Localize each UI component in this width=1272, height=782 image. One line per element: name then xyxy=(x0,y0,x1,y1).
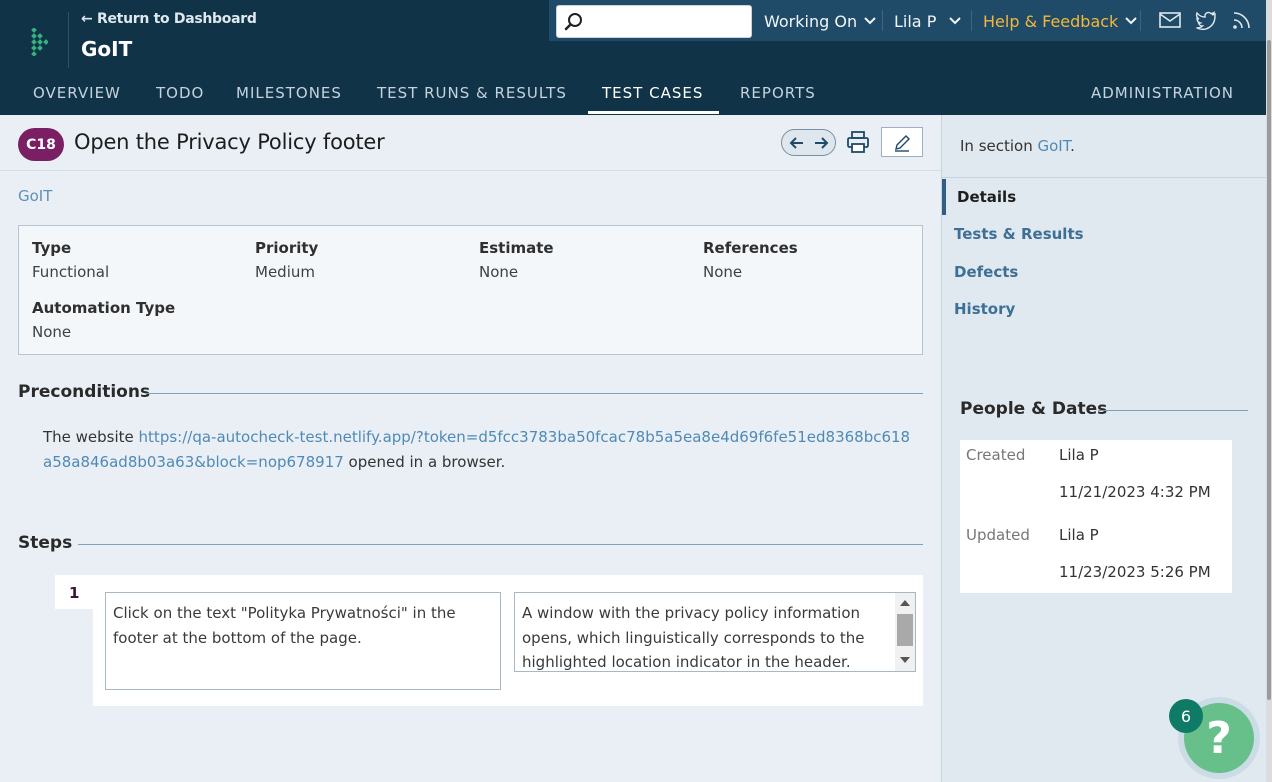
testrail-logo-icon[interactable] xyxy=(28,28,48,56)
scroll-thumb[interactable] xyxy=(897,614,913,646)
sidebar-section-info: In section GoIT. xyxy=(960,137,1075,155)
automation-type-label: Automation Type xyxy=(32,299,176,317)
created-by: Lila P xyxy=(1059,446,1099,464)
tab-overview[interactable]: OVERVIEW xyxy=(33,84,121,115)
step-content: Click on the text "Polityka Prywatności"… xyxy=(105,592,501,690)
type-label: Type xyxy=(32,239,72,257)
chevron-down-icon xyxy=(1125,17,1138,25)
sidebar-item-details[interactable]: Details xyxy=(957,188,1016,206)
toolbar-separator xyxy=(971,10,972,31)
tab-test-runs-results[interactable]: TEST RUNS & RESULTS xyxy=(377,84,567,115)
arrow-left-icon[interactable] xyxy=(789,135,805,151)
edit-button[interactable] xyxy=(881,127,923,157)
section-breadcrumb-link[interactable]: GoIT xyxy=(18,187,52,205)
step-expected-result: A window with the privacy policy informa… xyxy=(514,592,916,672)
people-dates-panel: Created Lila P 11/21/2023 4:32 PM Update… xyxy=(960,440,1232,593)
case-title-bar: C18 Open the Privacy Policy footer xyxy=(0,115,941,171)
section-suffix: . xyxy=(1070,137,1075,155)
automation-type-value: None xyxy=(32,323,72,341)
working-on-label: Working On xyxy=(764,11,858,31)
case-id-badge: C18 xyxy=(18,128,64,161)
twitter-icon[interactable] xyxy=(1195,9,1217,31)
search-icon xyxy=(564,13,582,31)
chevron-down-icon xyxy=(949,17,962,25)
working-on-dropdown[interactable]: Working On xyxy=(764,10,877,32)
preconditions-text: The website https://qa-autocheck-test.ne… xyxy=(43,425,913,474)
section-prefix: In section xyxy=(960,137,1038,155)
case-properties: Type Functional Priority Medium Estimate… xyxy=(18,225,923,355)
sidebar-item-tests-results[interactable]: Tests & Results xyxy=(954,225,1084,243)
active-item-indicator xyxy=(942,179,946,215)
toolbar-separator xyxy=(882,10,883,31)
page-title: Open the Privacy Policy footer xyxy=(74,130,385,154)
heading-divider xyxy=(146,393,923,394)
steps-heading: Steps xyxy=(18,533,73,553)
sidebar-item-history[interactable]: History xyxy=(954,300,1015,318)
project-name[interactable]: GoIT xyxy=(81,37,132,61)
toolbar-separator xyxy=(1140,10,1141,31)
question-mark-icon: ? xyxy=(1206,712,1232,764)
heading-divider xyxy=(1098,410,1248,411)
page-scroll-thumb[interactable] xyxy=(1267,40,1271,700)
sidebar-section-link[interactable]: GoIT xyxy=(1038,137,1071,155)
priority-value: Medium xyxy=(255,263,315,281)
estimate-label: Estimate xyxy=(479,239,554,257)
scroll-down-icon[interactable] xyxy=(900,657,910,663)
type-value: Functional xyxy=(32,263,110,281)
rss-icon[interactable] xyxy=(1231,9,1253,31)
updated-label: Updated xyxy=(966,526,1030,544)
pencil-icon xyxy=(895,135,910,152)
help-feedback-label: Help & Feedback xyxy=(983,11,1119,31)
user-dropdown[interactable]: Lila P xyxy=(894,10,962,32)
search-input[interactable] xyxy=(587,8,747,35)
updated-by: Lila P xyxy=(1059,526,1099,544)
chevron-down-icon xyxy=(864,17,876,25)
return-to-dashboard-link[interactable]: ← Return to Dashboard xyxy=(81,11,257,27)
tab-reports[interactable]: REPORTS xyxy=(740,84,816,115)
right-sidebar: In section GoIT. Details Tests & Results… xyxy=(941,115,1272,782)
print-icon[interactable] xyxy=(847,130,869,154)
created-label: Created xyxy=(966,446,1026,464)
help-feedback-dropdown[interactable]: Help & Feedback xyxy=(983,10,1138,32)
arrow-right-icon[interactable] xyxy=(813,135,829,151)
logo-divider xyxy=(68,12,69,68)
preconditions-heading: Preconditions xyxy=(18,382,151,402)
tab-administration[interactable]: ADMINISTRATION xyxy=(1091,84,1234,115)
estimate-value: None xyxy=(479,263,519,281)
tab-milestones[interactable]: MILESTONES xyxy=(236,84,342,115)
scroll-up-icon[interactable] xyxy=(900,600,910,606)
active-tab-indicator xyxy=(588,111,719,114)
case-navigation xyxy=(781,129,836,156)
created-date: 11/21/2023 4:32 PM xyxy=(1059,483,1211,501)
precondition-suffix: opened in a browser. xyxy=(343,452,506,471)
search-box[interactable] xyxy=(556,5,752,38)
priority-label: Priority xyxy=(255,239,319,257)
tab-todo[interactable]: TODO xyxy=(156,84,204,115)
sidebar-item-defects[interactable]: Defects xyxy=(954,263,1018,281)
heading-divider xyxy=(78,544,923,545)
help-notification-badge[interactable]: 6 xyxy=(1169,699,1203,733)
people-dates-heading: People & Dates xyxy=(960,399,1108,419)
updated-date: 11/23/2023 5:26 PM xyxy=(1059,563,1211,581)
user-name: Lila P xyxy=(894,11,937,31)
step-number: 1 xyxy=(69,584,80,602)
sidebar-divider xyxy=(942,177,1267,178)
mail-icon[interactable] xyxy=(1159,9,1181,31)
precondition-prefix: The website xyxy=(43,428,139,446)
references-value: None xyxy=(703,263,743,281)
references-label: References xyxy=(703,239,798,257)
